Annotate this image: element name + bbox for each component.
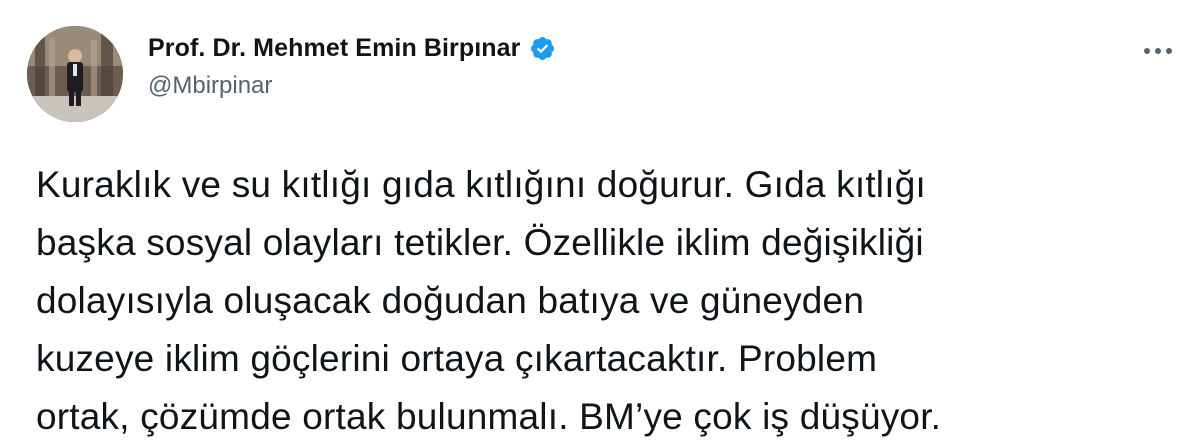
tweet-text-line: kuzeye iklim göçlerini ortaya çıkartacak… bbox=[36, 338, 878, 379]
name-row: Prof. Dr. Mehmet Emin Birpınar bbox=[148, 30, 556, 66]
profile-photo-icon bbox=[27, 26, 123, 122]
display-name[interactable]: Prof. Dr. Mehmet Emin Birpınar bbox=[148, 34, 521, 63]
more-options-button[interactable] bbox=[1140, 36, 1176, 66]
verified-badge-icon bbox=[529, 35, 556, 62]
tweet-text-line: Kuraklık ve su kıtlığı gıda kıtlığını do… bbox=[36, 164, 926, 205]
tweet-text-line: dolayısıyla oluşacak doğudan batıya ve g… bbox=[36, 280, 865, 321]
tweet-text-line: başka sosyal olayları tetikler. Özellikl… bbox=[36, 222, 924, 263]
avatar[interactable] bbox=[27, 26, 123, 122]
user-handle[interactable]: @Mbirpinar bbox=[148, 72, 556, 100]
tweet-text: Kuraklık ve su kıtlığı gıda kıtlığını do… bbox=[36, 156, 1186, 446]
tweet-text-line: ortak, çözümde ortak bulunmalı. BM’ye ço… bbox=[36, 396, 942, 437]
tweet-header: Prof. Dr. Mehmet Emin Birpınar @Mbirpina… bbox=[148, 30, 556, 100]
tweet-card: Prof. Dr. Mehmet Emin Birpınar @Mbirpina… bbox=[0, 0, 1200, 448]
more-horizontal-icon bbox=[1144, 48, 1172, 54]
